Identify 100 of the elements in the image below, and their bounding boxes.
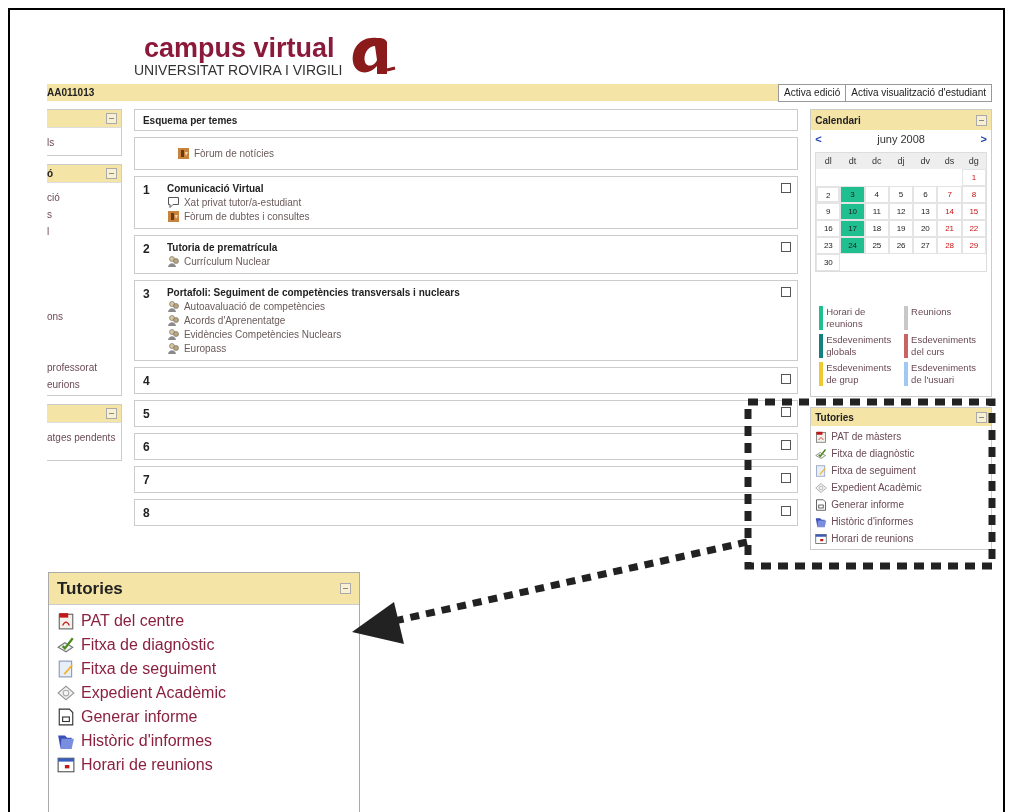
calendar-day[interactable]: 16 [816,220,841,237]
highlight-checkbox[interactable] [781,242,792,252]
calendar-day[interactable]: 28 [937,237,962,254]
tutoria-link[interactable]: Generar informe [831,497,904,512]
tutoria-link[interactable]: Fitxa de diagnòstic [81,633,215,657]
calendar-day[interactable]: 18 [864,220,889,237]
calendar-day[interactable]: 22 [961,220,986,237]
calendar-day[interactable]: 13 [913,203,938,220]
people-icon [166,300,180,313]
calendar-day[interactable]: 6 [913,186,938,203]
calendar-day[interactable]: 3 [840,186,865,203]
checklist-icon [57,636,75,654]
people-icon [166,255,180,268]
legend-label: Esdeveniments de grup [826,362,893,386]
highlight-checkbox[interactable] [781,473,792,483]
activity-link[interactable]: Europass [183,342,227,355]
calendar-day[interactable]: 17 [840,220,865,237]
highlight-checkbox[interactable] [781,506,792,516]
activity-link[interactable]: Currículum Nuclear [183,255,271,268]
note-icon [815,464,828,477]
calendar-day[interactable]: 14 [937,203,962,220]
section-number: 1 [142,183,150,197]
tutoria-link[interactable]: PAT del centre [81,609,185,633]
activity-link[interactable]: Xat privat tutor/a-estudiant [183,196,302,209]
side-link[interactable]: l [47,225,50,238]
highlight-checkbox[interactable] [781,374,792,384]
collapse-icon[interactable] [105,408,117,419]
calendar-day[interactable]: 8 [961,186,986,203]
side-link[interactable]: eurions [47,378,80,391]
tutoria-link[interactable]: Expedient Acadèmic [831,480,922,495]
calendar-icon [815,532,828,545]
calendar-day[interactable]: 19 [888,220,914,237]
highlight-checkbox[interactable] [781,183,792,193]
toolbar-button[interactable]: Activa edició [778,84,847,102]
calendar-day[interactable]: 4 [864,186,889,203]
collapse-icon[interactable] [976,411,987,423]
weekday-label: ds [937,153,962,169]
previous-month-link[interactable]: < [815,130,822,148]
activity-link[interactable]: Fòrum de dubtes i consultes [183,210,310,223]
legend-label: Esdeveniments de l'usuari [911,362,978,386]
calendar-day[interactable]: 26 [888,237,914,254]
side-link[interactable]: atges pendents [47,431,116,444]
collapse-icon[interactable] [976,114,987,126]
collapse-icon[interactable] [105,168,117,179]
tutoria-link[interactable]: Horari de reunions [831,531,914,546]
tutoria-link[interactable]: Històric d'informes [81,729,213,753]
collapse-icon[interactable] [340,583,351,594]
section-number: 2 [142,242,150,256]
calendar-day[interactable]: 12 [888,203,914,220]
tutoria-link[interactable]: Fitxa de seguiment [81,657,217,681]
side-link[interactable]: s [47,208,52,221]
side-link[interactable]: ls [47,136,55,149]
tutoria-link[interactable]: Històric d'informes [831,514,914,529]
side-link[interactable]: ons [47,310,64,323]
section-number: 8 [142,506,150,520]
activity-link[interactable]: Acords d'Aprenentatge [183,314,286,327]
side-link[interactable]: professorat [47,361,98,374]
tutoria-link[interactable]: Expedient Acadèmic [81,681,226,705]
section-title: Comunicació Virtual [166,182,264,195]
toolbar-button[interactable]: Activa visualització d'estudiant [845,84,992,102]
calendar-day[interactable]: 15 [961,203,986,220]
section-number: 7 [142,473,150,487]
calendar-day[interactable]: 2 [816,186,841,203]
calendar-day[interactable]: 27 [913,237,938,254]
calendar-day[interactable]: 11 [864,203,889,220]
highlight-checkbox[interactable] [781,287,792,297]
note-icon [57,660,75,678]
calendar-day[interactable]: 20 [913,220,938,237]
activity-link[interactable]: Autoavaluació de competències [183,300,326,313]
tutoria-link[interactable]: Generar informe [81,705,198,729]
calendar-day[interactable]: 23 [816,237,841,254]
calendar-day[interactable]: 25 [864,237,889,254]
collapse-icon[interactable] [105,113,117,124]
people-icon [166,314,180,327]
calendar-day[interactable]: 9 [816,203,841,220]
calendar-day[interactable]: 7 [937,186,962,203]
calendar-day[interactable]: 29 [961,237,986,254]
tutoria-link[interactable]: Fitxa de diagnòstic [831,446,915,461]
block-title: Calendari [815,113,861,128]
section-number: 4 [142,374,150,388]
legend-label: Esdeveniments globals [826,334,893,358]
course-code: AA011013 [47,86,95,100]
outline-title: Esquema per temes [142,113,238,128]
calendar-day[interactable]: 30 [816,254,841,271]
calendar-day[interactable]: 21 [937,220,962,237]
calendar-day[interactable]: 5 [888,186,914,203]
activity-link[interactable]: Evidències Competències Nuclears [183,328,342,341]
tutoria-link[interactable]: Fitxa de seguiment [831,463,916,478]
tutoria-link[interactable]: Horari de reunions [81,753,213,777]
highlight-checkbox[interactable] [781,440,792,450]
activity-link[interactable]: Fòrum de notícies [193,147,274,160]
folder-icon [815,515,828,528]
checklist-icon [815,447,828,460]
calendar-day[interactable]: 24 [840,237,865,254]
calendar-day[interactable]: 10 [840,203,865,220]
next-month-link[interactable]: > [980,130,987,148]
calendar-day[interactable]: 1 [961,169,986,186]
highlight-checkbox[interactable] [781,407,792,417]
tutoria-link[interactable]: PAT de màsters [831,429,902,444]
side-link[interactable]: ció [47,191,60,204]
